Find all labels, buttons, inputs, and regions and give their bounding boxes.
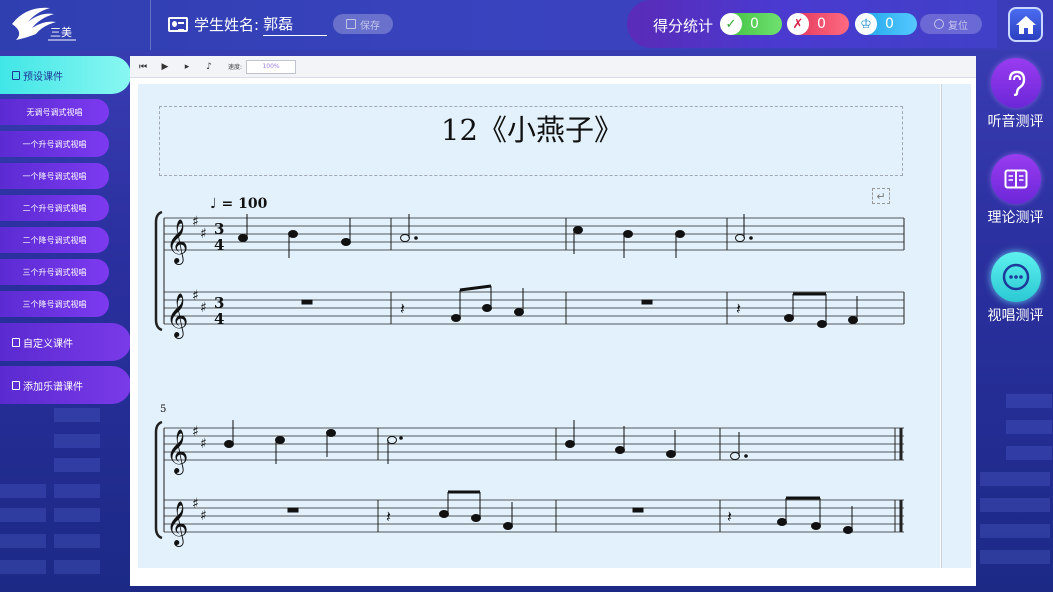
correct-count-badge: ✓ 0 [720, 13, 782, 35]
sing-evaluation-button[interactable]: 视唱测评 [978, 252, 1053, 325]
sidebar-item-label: 预设课件 [23, 71, 63, 83]
svg-text:♯: ♯ [200, 300, 207, 316]
wrong-count: 0 [817, 16, 826, 32]
reset-label: 复位 [948, 20, 968, 32]
svg-text:𝄽: 𝄽 [727, 507, 732, 526]
svg-text:𝄽: 𝄽 [736, 299, 741, 318]
decorative-bars-left [0, 400, 130, 592]
top-bar: 三美 学生姓名: 郭磊 保存 得分统计 ✓ 0 ✗ 0 ♔ 0 复位 [0, 0, 1053, 50]
reset-icon [934, 19, 944, 29]
submenu-item[interactable]: 三个升号调式视唱 [0, 259, 109, 285]
submenu-item[interactable]: 一个升号调式视唱 [0, 131, 109, 157]
sing-evaluation-label: 视唱测评 [987, 308, 1044, 324]
treble-clef-icon: 𝄞 [166, 501, 188, 547]
wrong-count-badge: ✗ 0 [787, 13, 849, 35]
sidebar-item-label: 自定义课件 [23, 338, 73, 350]
listen-evaluation-label: 听音测评 [987, 114, 1044, 130]
treble-clef-icon: 𝄞 [166, 429, 188, 475]
submenu-item[interactable]: 二个升号调式视唱 [0, 195, 109, 221]
score-panel: 得分统计 ✓ 0 ✗ 0 ♔ 0 复位 [627, 0, 997, 48]
submenu-item[interactable]: 二个降号调式视唱 [0, 227, 109, 253]
sidebar-item-label: 添加乐谱课件 [23, 381, 83, 393]
svg-text:𝄽: 𝄽 [400, 299, 405, 318]
book-icon [12, 380, 20, 390]
svg-text:♯: ♯ [192, 496, 199, 512]
theory-evaluation-button[interactable]: 理论测评 [978, 154, 1053, 227]
book-icon [12, 70, 20, 80]
sidebar-item-preset[interactable]: 预设课件 [0, 56, 131, 94]
treble-clef-icon: 𝄞 [166, 219, 188, 265]
home-button[interactable] [1008, 7, 1043, 42]
preset-submenu: 无调号调式视唱 一个升号调式视唱 一个降号调式视唱 二个升号调式视唱 二个降号调… [0, 99, 132, 317]
header-divider [150, 0, 151, 50]
score-viewer: ⏮ ▶ ▸ ♪ 速度: 100% 12《小燕子》 ↵ ♩ = 100 5 𝄞 𝄞… [130, 56, 976, 586]
home-icon [1015, 15, 1036, 34]
svg-text:♯: ♯ [200, 436, 207, 452]
score-label: 得分统计 [653, 17, 714, 35]
sidebar: 预设课件 无调号调式视唱 一个升号调式视唱 一个降号调式视唱 二个升号调式视唱 … [0, 56, 132, 409]
svg-text:4: 4 [214, 310, 224, 328]
svg-text:♯: ♯ [192, 214, 199, 230]
listen-evaluation-button[interactable]: 听音测评 [978, 58, 1053, 131]
svg-text:♯: ♯ [200, 508, 207, 524]
trophy-count-badge: ♔ 0 [855, 13, 917, 35]
submenu-item[interactable]: 一个降号调式视唱 [0, 163, 109, 189]
logo-icon [12, 7, 76, 41]
save-button[interactable]: 保存 [333, 14, 393, 34]
trophy-icon: ♔ [855, 13, 877, 35]
check-icon: ✓ [720, 13, 742, 35]
student-info: 学生姓名: 郭磊 [168, 12, 328, 36]
svg-text:♯: ♯ [200, 226, 207, 242]
student-name-field[interactable]: 郭磊 [263, 13, 328, 36]
logo-text: 三美 [50, 26, 72, 39]
book-icon [12, 337, 20, 347]
submenu-item[interactable]: 无调号调式视唱 [0, 99, 109, 125]
svg-text:4: 4 [214, 236, 224, 254]
sidebar-item-add-score[interactable]: 添加乐谱课件 [0, 366, 131, 404]
staff-lines [164, 217, 904, 533]
submenu-item[interactable]: 三个降号调式视唱 [0, 291, 109, 317]
floppy-icon [346, 19, 356, 29]
reset-button[interactable]: 复位 [920, 14, 982, 34]
ear-icon [990, 58, 1041, 108]
student-name-label: 学生姓名: [194, 15, 260, 34]
music-notation: 𝄞 𝄞 𝄞 𝄞 ♯♯ ♯♯ ♯♯ ♯♯ 34 34 𝄽 𝄽 𝄽 𝄽 [154, 210, 905, 547]
book-open-icon [990, 154, 1041, 204]
treble-clef-icon: 𝄞 [166, 293, 188, 339]
trophy-count: 0 [885, 16, 894, 32]
theory-evaluation-label: 理论测评 [987, 210, 1044, 226]
save-label: 保存 [360, 20, 380, 32]
svg-text:♯: ♯ [192, 288, 199, 304]
chat-bubble-icon [990, 252, 1041, 302]
correct-count: 0 [750, 16, 759, 32]
cross-icon: ✗ [787, 13, 809, 35]
svg-text:♯: ♯ [192, 424, 199, 440]
sidebar-item-custom[interactable]: 自定义课件 [0, 323, 131, 361]
id-card-icon [168, 16, 188, 32]
svg-text:𝄽: 𝄽 [386, 507, 391, 526]
